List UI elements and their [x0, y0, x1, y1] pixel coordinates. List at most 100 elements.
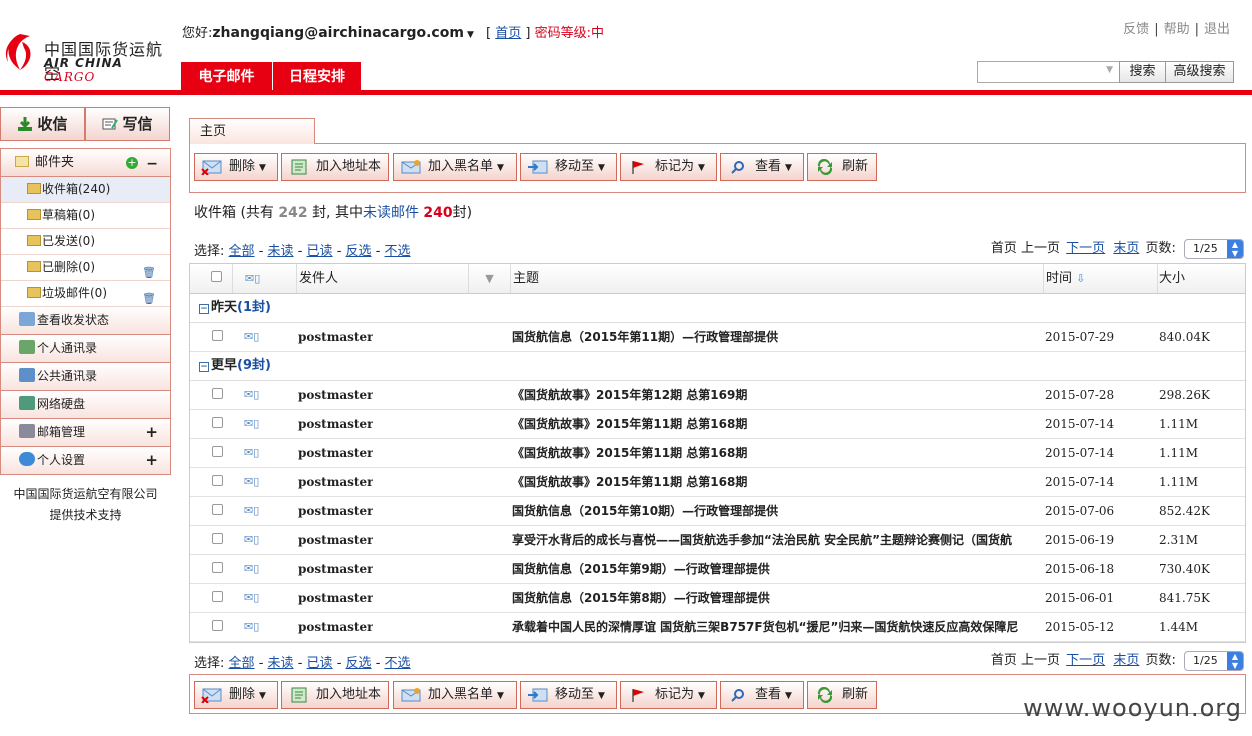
collapse-box-icon[interactable]: − — [199, 304, 209, 314]
table-row[interactable]: ⋮⋮ ✉▯ postmaster 《国货航故事》2015年第11期 总第168期201… — [190, 468, 1245, 497]
drag-handle-icon[interactable]: ⋮⋮ — [195, 468, 199, 496]
folder-header[interactable]: 邮件夹 + − — [1, 149, 170, 177]
sidebar-item-settings[interactable]: 个人设置 + — [1, 447, 170, 475]
expand-icon[interactable]: + — [145, 447, 158, 474]
subject[interactable]: 《国货航故事》2015年第11期 总第168期 — [512, 439, 1042, 467]
column-from[interactable]: 发件人 — [297, 264, 469, 293]
sender[interactable]: postmaster — [298, 613, 373, 641]
column-time[interactable]: 时间 ⇩ — [1044, 264, 1158, 293]
row-checkbox[interactable] — [212, 562, 223, 573]
sender[interactable]: postmaster — [298, 381, 373, 409]
move-to-button[interactable]: 移动至 ▼ — [520, 153, 617, 181]
folder-spam[interactable]: 垃圾邮件(0) 🗑 — [1, 281, 170, 307]
logout-link[interactable]: 退出 — [1204, 22, 1230, 37]
table-row[interactable]: ⋮⋮ ✉▯ postmaster 国货航信息（2015年第8期）—行政管理部提供201… — [190, 584, 1245, 613]
subject[interactable]: 《国货航故事》2015年第11期 总第168期 — [512, 468, 1042, 496]
subject[interactable]: 国货航信息（2015年第9期）—行政管理部提供 — [512, 555, 1042, 583]
select-all-checkbox[interactable] — [211, 271, 222, 282]
blacklist-button[interactable]: 加入黑名单 ▼ — [393, 681, 517, 709]
next-page-link[interactable]: 下一页 — [1066, 653, 1105, 668]
drag-handle-icon[interactable]: ⋮⋮ — [195, 526, 199, 554]
chevron-down-icon[interactable]: ▼ — [1106, 65, 1113, 75]
unread-link[interactable]: 未读邮件 — [363, 205, 419, 221]
sender[interactable]: postmaster — [298, 468, 373, 496]
subject[interactable]: 《国货航故事》2015年第12期 总第169期 — [512, 381, 1042, 409]
table-row[interactable]: ⋮⋮ ✉▯ postmaster 《国货航故事》2015年第12期 总第169期201… — [190, 381, 1245, 410]
view-button[interactable]: 查看 ▼ — [720, 153, 804, 181]
table-row[interactable]: ⋮⋮ ✉▯ postmaster 承载着中国人民的深情厚谊 国货航三架B757F货包机… — [190, 613, 1245, 642]
subject[interactable]: 《国货航故事》2015年第11期 总第168期 — [512, 410, 1042, 438]
compose-button[interactable]: 写信 — [85, 107, 170, 141]
row-checkbox[interactable] — [212, 475, 223, 486]
folder-deleted[interactable]: 已删除(0) 🗑 — [1, 255, 170, 281]
delete-button[interactable]: 删除 ▼ — [194, 153, 278, 181]
add-address-button[interactable]: 加入地址本 — [281, 153, 389, 181]
first-page[interactable]: 首页 — [991, 653, 1017, 668]
select-unread-link[interactable]: 未读 — [268, 656, 294, 671]
row-checkbox[interactable] — [212, 330, 223, 341]
select-read-link[interactable]: 已读 — [307, 656, 333, 671]
collapse-icon[interactable]: − — [146, 151, 158, 178]
drag-handle-icon[interactable]: ⋮⋮ — [195, 410, 199, 438]
row-checkbox[interactable] — [212, 446, 223, 457]
sidebar-item-public-contacts[interactable]: 公共通讯录 — [1, 363, 170, 391]
refresh-button[interactable]: 刷新 — [807, 153, 877, 181]
sender[interactable]: postmaster — [298, 584, 373, 612]
row-checkbox[interactable] — [212, 591, 223, 602]
next-page-link[interactable]: 下一页 — [1066, 241, 1105, 256]
collapse-box-icon[interactable]: − — [199, 362, 209, 372]
sender[interactable]: postmaster — [298, 555, 373, 583]
sidebar-item-mailbox-admin[interactable]: 邮箱管理 + — [1, 419, 170, 447]
subject[interactable]: 国货航信息（2015年第11期）—行政管理部提供 — [512, 323, 1042, 351]
column-subject[interactable]: 主题 — [511, 264, 1044, 293]
row-checkbox[interactable] — [212, 388, 223, 399]
sidebar-item-personal-contacts[interactable]: 个人通讯录 — [1, 335, 170, 363]
select-unread-link[interactable]: 未读 — [268, 244, 294, 259]
search-input[interactable]: ▼ — [977, 61, 1120, 83]
search-button[interactable]: 搜索 — [1119, 61, 1166, 83]
mark-as-button[interactable]: 标记为 ▼ — [620, 153, 717, 181]
table-row[interactable]: ⋮⋮ ✉▯ postmaster 国货航信息（2015年第11期）—行政管理部提供20… — [190, 323, 1245, 352]
feedback-link[interactable]: 反馈 — [1123, 22, 1149, 37]
table-row[interactable]: ⋮⋮ ✉▯ postmaster 国货航信息（2015年第9期）—行政管理部提供201… — [190, 555, 1245, 584]
select-none-link[interactable]: 不选 — [385, 244, 411, 259]
sender[interactable]: postmaster — [298, 439, 373, 467]
refresh-button[interactable]: 刷新 — [807, 681, 877, 709]
group-header[interactable]: − 昨天(1封) — [190, 294, 1245, 323]
user-email[interactable]: zhangqiang@airchinacargo.com — [212, 25, 464, 41]
subject[interactable]: 承载着中国人民的深情厚谊 国货航三架B757F货包机“援尼”归来—国货航快速反应… — [512, 613, 1042, 641]
select-read-link[interactable]: 已读 — [307, 244, 333, 259]
page-select[interactable]: 1/25 ▲ ▼ — [1184, 650, 1244, 671]
filter-icon[interactable]: ▼ — [469, 264, 511, 293]
advanced-search-button[interactable]: 高级搜索 — [1165, 61, 1234, 83]
folder-inbox[interactable]: 收件箱(240) — [1, 177, 170, 203]
select-invert-link[interactable]: 反选 — [346, 656, 372, 671]
select-all-link[interactable]: 全部 — [229, 656, 255, 671]
row-checkbox[interactable] — [212, 417, 223, 428]
blacklist-button[interactable]: 加入黑名单 ▼ — [393, 153, 517, 181]
add-folder-icon[interactable]: + — [126, 157, 138, 169]
drag-handle-icon[interactable]: ⋮⋮ — [195, 439, 199, 467]
sender[interactable]: postmaster — [298, 323, 373, 351]
view-button[interactable]: 查看 ▼ — [720, 681, 804, 709]
drag-handle-icon[interactable]: ⋮⋮ — [195, 323, 199, 351]
add-address-button[interactable]: 加入地址本 — [281, 681, 389, 709]
row-checkbox[interactable] — [212, 620, 223, 631]
sender[interactable]: postmaster — [298, 410, 373, 438]
folder-sent[interactable]: 已发送(0) — [1, 229, 170, 255]
subject[interactable]: 国货航信息（2015年第8期）—行政管理部提供 — [512, 584, 1042, 612]
table-row[interactable]: ⋮⋮ ✉▯ postmaster 国货航信息（2015年第10期）—行政管理部提供20… — [190, 497, 1245, 526]
help-link[interactable]: 帮助 — [1164, 22, 1190, 37]
last-page-link[interactable]: 末页 — [1113, 241, 1139, 256]
airchina-cargo-logo[interactable]: 中国国际货运航空 AIR CHINA CARGO — [2, 26, 174, 84]
drag-handle-icon[interactable]: ⋮⋮ — [195, 497, 199, 525]
drag-handle-icon[interactable]: ⋮⋮ — [195, 613, 199, 641]
subject[interactable]: 国货航信息（2015年第10期）—行政管理部提供 — [512, 497, 1042, 525]
table-row[interactable]: ⋮⋮ ✉▯ postmaster 《国货航故事》2015年第11期 总第168期201… — [190, 439, 1245, 468]
table-row[interactable]: ⋮⋮ ✉▯ postmaster 《国货航故事》2015年第11期 总第168期201… — [190, 410, 1245, 439]
delete-button[interactable]: 删除 ▼ — [194, 681, 278, 709]
receive-button[interactable]: 收信 — [0, 107, 85, 141]
last-page-link[interactable]: 末页 — [1113, 653, 1139, 668]
sender[interactable]: postmaster — [298, 497, 373, 525]
move-to-button[interactable]: 移动至 ▼ — [520, 681, 617, 709]
